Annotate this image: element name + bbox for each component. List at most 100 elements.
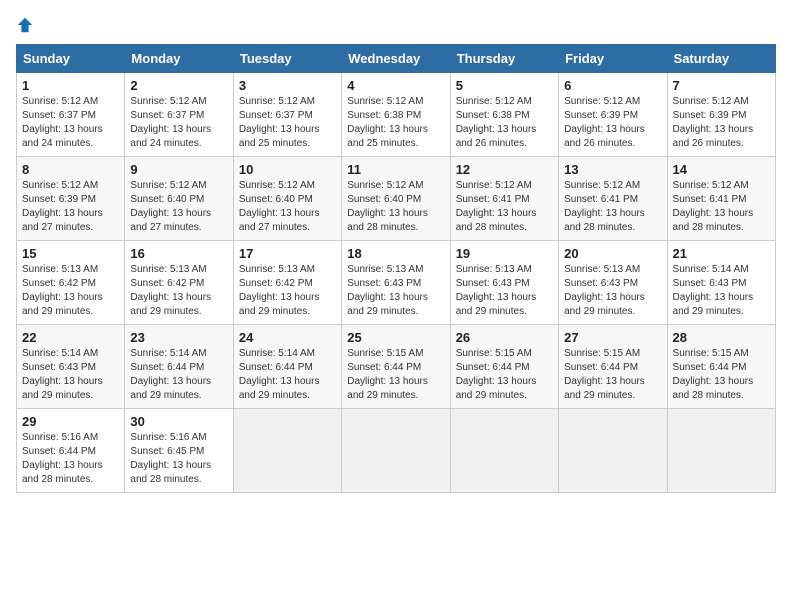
calendar-cell: 1 Sunrise: 5:12 AMSunset: 6:37 PMDayligh…	[17, 73, 125, 157]
calendar-cell: 3 Sunrise: 5:12 AMSunset: 6:37 PMDayligh…	[233, 73, 341, 157]
day-info: Sunrise: 5:12 AMSunset: 6:37 PMDaylight:…	[22, 96, 103, 149]
day-info: Sunrise: 5:13 AMSunset: 6:42 PMDaylight:…	[22, 264, 103, 317]
calendar-cell: 26 Sunrise: 5:15 AMSunset: 6:44 PMDaylig…	[450, 325, 558, 409]
calendar-cell: 29 Sunrise: 5:16 AMSunset: 6:44 PMDaylig…	[17, 409, 125, 493]
calendar-cell: 7 Sunrise: 5:12 AMSunset: 6:39 PMDayligh…	[667, 73, 775, 157]
calendar-cell: 21 Sunrise: 5:14 AMSunset: 6:43 PMDaylig…	[667, 241, 775, 325]
day-number: 2	[130, 78, 227, 93]
day-number: 1	[22, 78, 119, 93]
day-info: Sunrise: 5:13 AMSunset: 6:42 PMDaylight:…	[130, 264, 211, 317]
calendar-cell	[559, 409, 667, 493]
day-info: Sunrise: 5:14 AMSunset: 6:44 PMDaylight:…	[130, 348, 211, 401]
day-number: 5	[456, 78, 553, 93]
day-info: Sunrise: 5:12 AMSunset: 6:41 PMDaylight:…	[456, 180, 537, 233]
day-number: 6	[564, 78, 661, 93]
day-number: 27	[564, 330, 661, 345]
day-info: Sunrise: 5:13 AMSunset: 6:43 PMDaylight:…	[564, 264, 645, 317]
day-info: Sunrise: 5:12 AMSunset: 6:38 PMDaylight:…	[456, 96, 537, 149]
day-number: 30	[130, 414, 227, 429]
day-info: Sunrise: 5:16 AMSunset: 6:44 PMDaylight:…	[22, 432, 103, 485]
calendar-table: SundayMondayTuesdayWednesdayThursdayFrid…	[16, 44, 776, 493]
calendar-cell: 16 Sunrise: 5:13 AMSunset: 6:42 PMDaylig…	[125, 241, 233, 325]
day-number: 23	[130, 330, 227, 345]
calendar-cell: 23 Sunrise: 5:14 AMSunset: 6:44 PMDaylig…	[125, 325, 233, 409]
day-info: Sunrise: 5:15 AMSunset: 6:44 PMDaylight:…	[673, 348, 754, 401]
calendar-cell: 22 Sunrise: 5:14 AMSunset: 6:43 PMDaylig…	[17, 325, 125, 409]
calendar-week-row: 22 Sunrise: 5:14 AMSunset: 6:43 PMDaylig…	[17, 325, 776, 409]
calendar-cell	[450, 409, 558, 493]
calendar-cell: 15 Sunrise: 5:13 AMSunset: 6:42 PMDaylig…	[17, 241, 125, 325]
day-number: 4	[347, 78, 444, 93]
day-number: 29	[22, 414, 119, 429]
day-info: Sunrise: 5:12 AMSunset: 6:38 PMDaylight:…	[347, 96, 428, 149]
calendar-cell: 2 Sunrise: 5:12 AMSunset: 6:37 PMDayligh…	[125, 73, 233, 157]
calendar-cell: 13 Sunrise: 5:12 AMSunset: 6:41 PMDaylig…	[559, 157, 667, 241]
day-info: Sunrise: 5:12 AMSunset: 6:41 PMDaylight:…	[673, 180, 754, 233]
calendar-cell: 24 Sunrise: 5:14 AMSunset: 6:44 PMDaylig…	[233, 325, 341, 409]
day-info: Sunrise: 5:14 AMSunset: 6:43 PMDaylight:…	[22, 348, 103, 401]
calendar-week-row: 29 Sunrise: 5:16 AMSunset: 6:44 PMDaylig…	[17, 409, 776, 493]
calendar-cell	[233, 409, 341, 493]
day-number: 17	[239, 246, 336, 261]
day-number: 12	[456, 162, 553, 177]
calendar-cell: 11 Sunrise: 5:12 AMSunset: 6:40 PMDaylig…	[342, 157, 450, 241]
calendar-cell: 28 Sunrise: 5:15 AMSunset: 6:44 PMDaylig…	[667, 325, 775, 409]
calendar-cell: 10 Sunrise: 5:12 AMSunset: 6:40 PMDaylig…	[233, 157, 341, 241]
day-info: Sunrise: 5:12 AMSunset: 6:39 PMDaylight:…	[564, 96, 645, 149]
day-number: 9	[130, 162, 227, 177]
calendar-week-row: 8 Sunrise: 5:12 AMSunset: 6:39 PMDayligh…	[17, 157, 776, 241]
col-header-thursday: Thursday	[450, 45, 558, 73]
calendar-week-row: 1 Sunrise: 5:12 AMSunset: 6:37 PMDayligh…	[17, 73, 776, 157]
day-info: Sunrise: 5:14 AMSunset: 6:43 PMDaylight:…	[673, 264, 754, 317]
day-number: 26	[456, 330, 553, 345]
day-number: 7	[673, 78, 770, 93]
day-info: Sunrise: 5:16 AMSunset: 6:45 PMDaylight:…	[130, 432, 211, 485]
day-number: 13	[564, 162, 661, 177]
day-number: 14	[673, 162, 770, 177]
col-header-tuesday: Tuesday	[233, 45, 341, 73]
day-number: 21	[673, 246, 770, 261]
day-info: Sunrise: 5:12 AMSunset: 6:39 PMDaylight:…	[22, 180, 103, 233]
day-number: 15	[22, 246, 119, 261]
day-info: Sunrise: 5:12 AMSunset: 6:37 PMDaylight:…	[239, 96, 320, 149]
day-number: 10	[239, 162, 336, 177]
calendar-cell	[342, 409, 450, 493]
day-info: Sunrise: 5:15 AMSunset: 6:44 PMDaylight:…	[564, 348, 645, 401]
day-number: 25	[347, 330, 444, 345]
calendar-week-row: 15 Sunrise: 5:13 AMSunset: 6:42 PMDaylig…	[17, 241, 776, 325]
day-number: 8	[22, 162, 119, 177]
logo	[16, 16, 38, 34]
col-header-friday: Friday	[559, 45, 667, 73]
day-info: Sunrise: 5:12 AMSunset: 6:40 PMDaylight:…	[130, 180, 211, 233]
day-number: 16	[130, 246, 227, 261]
calendar-cell: 4 Sunrise: 5:12 AMSunset: 6:38 PMDayligh…	[342, 73, 450, 157]
day-number: 11	[347, 162, 444, 177]
calendar-cell	[667, 409, 775, 493]
col-header-sunday: Sunday	[17, 45, 125, 73]
calendar-cell: 25 Sunrise: 5:15 AMSunset: 6:44 PMDaylig…	[342, 325, 450, 409]
day-number: 18	[347, 246, 444, 261]
day-info: Sunrise: 5:13 AMSunset: 6:42 PMDaylight:…	[239, 264, 320, 317]
calendar-cell: 14 Sunrise: 5:12 AMSunset: 6:41 PMDaylig…	[667, 157, 775, 241]
calendar-cell: 18 Sunrise: 5:13 AMSunset: 6:43 PMDaylig…	[342, 241, 450, 325]
calendar-cell: 17 Sunrise: 5:13 AMSunset: 6:42 PMDaylig…	[233, 241, 341, 325]
day-info: Sunrise: 5:15 AMSunset: 6:44 PMDaylight:…	[347, 348, 428, 401]
day-number: 28	[673, 330, 770, 345]
calendar-cell: 6 Sunrise: 5:12 AMSunset: 6:39 PMDayligh…	[559, 73, 667, 157]
day-info: Sunrise: 5:12 AMSunset: 6:37 PMDaylight:…	[130, 96, 211, 149]
day-info: Sunrise: 5:15 AMSunset: 6:44 PMDaylight:…	[456, 348, 537, 401]
calendar-cell: 5 Sunrise: 5:12 AMSunset: 6:38 PMDayligh…	[450, 73, 558, 157]
header	[16, 16, 776, 34]
col-header-monday: Monday	[125, 45, 233, 73]
calendar-cell: 9 Sunrise: 5:12 AMSunset: 6:40 PMDayligh…	[125, 157, 233, 241]
day-info: Sunrise: 5:12 AMSunset: 6:40 PMDaylight:…	[347, 180, 428, 233]
logo-icon	[16, 16, 34, 34]
calendar-header-row: SundayMondayTuesdayWednesdayThursdayFrid…	[17, 45, 776, 73]
day-number: 3	[239, 78, 336, 93]
day-info: Sunrise: 5:14 AMSunset: 6:44 PMDaylight:…	[239, 348, 320, 401]
day-number: 22	[22, 330, 119, 345]
day-number: 20	[564, 246, 661, 261]
calendar-cell: 19 Sunrise: 5:13 AMSunset: 6:43 PMDaylig…	[450, 241, 558, 325]
day-info: Sunrise: 5:13 AMSunset: 6:43 PMDaylight:…	[347, 264, 428, 317]
col-header-wednesday: Wednesday	[342, 45, 450, 73]
